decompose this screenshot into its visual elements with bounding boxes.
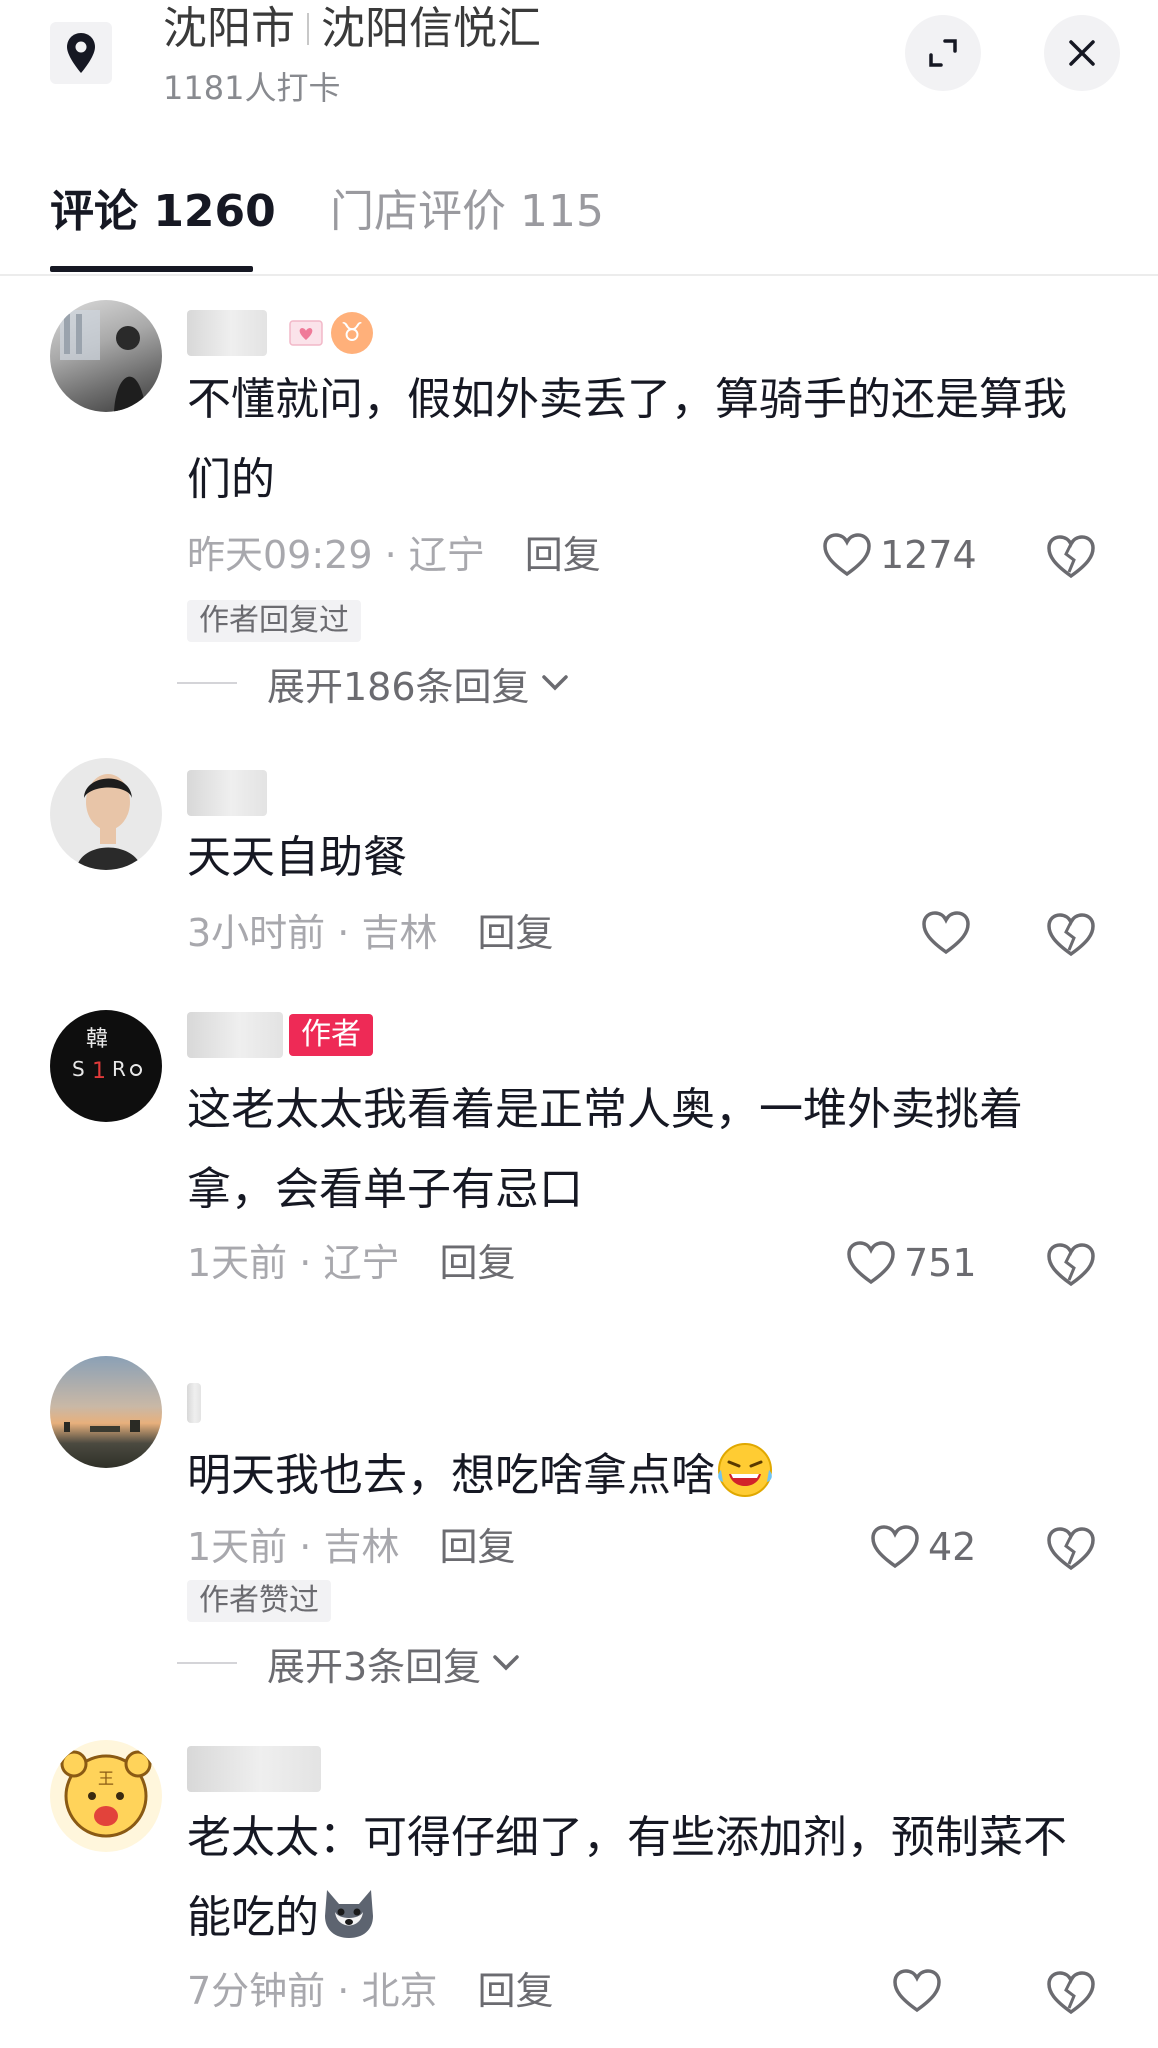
husky-emoji-icon	[325, 1890, 373, 1938]
comment-meta: 昨天09:29 · 辽宁 回复	[187, 533, 601, 577]
svg-text:王: 王	[98, 1769, 114, 1788]
expand-icon	[929, 39, 957, 67]
comment-meta: 7分钟前 · 北京 回复	[187, 1969, 554, 2013]
comment-item: 明天我也去，想吃啥拿点啥 1天前 · 吉林 回复 42 作者赞过 展开3条回复	[0, 1356, 1158, 1696]
like-button[interactable]: 751	[846, 1236, 977, 1290]
comment-item: 韓S1R 作者 这老太太我看着是正常人奥，一堆外卖挑着拿，会看单子有忌口 1天前…	[0, 1010, 1158, 1310]
username-blurred[interactable]	[187, 310, 267, 356]
reply-button[interactable]: 回复	[477, 911, 553, 955]
avatar[interactable]	[50, 1356, 162, 1468]
author-replied-badge: 作者回复过	[187, 600, 361, 642]
active-tab-indicator	[50, 266, 253, 272]
location-pin-icon	[50, 22, 112, 84]
close-button[interactable]	[1044, 15, 1120, 91]
username-row	[187, 1744, 321, 1794]
broken-heart-icon[interactable]	[1045, 1238, 1097, 1290]
broken-heart-icon[interactable]	[1045, 1522, 1097, 1574]
comment-meta: 3小时前 · 吉林 回复	[187, 911, 554, 955]
author-tag: 作者	[289, 1014, 373, 1056]
reply-button[interactable]: 回复	[439, 1525, 515, 1569]
divider-line	[177, 1662, 237, 1664]
close-icon	[1069, 40, 1095, 66]
username-blurred[interactable]	[187, 1746, 321, 1792]
comment-item: ♉ 不懂就问，假如外卖丢了，算骑手的还是算我们的 昨天09:29 · 辽宁 回复 …	[0, 300, 1158, 720]
comment-text-content: 明天我也去，想吃啥拿点啥	[187, 1450, 715, 1501]
like-button[interactable]: 1274	[822, 528, 977, 582]
comment-text: 这老太太我看着是正常人奥，一堆外卖挑着拿，会看单子有忌口	[187, 1084, 1023, 1215]
username-row: 作者	[187, 1010, 373, 1060]
comment-time: 3小时前	[187, 911, 326, 955]
expand-replies-label: 展开186条回复	[267, 664, 530, 709]
like-count: 1274	[880, 533, 977, 577]
page-title: 沈阳市 沈阳信悦汇	[163, 0, 541, 58]
reply-button[interactable]: 回复	[477, 1969, 553, 2013]
broken-heart-icon[interactable]	[1045, 530, 1097, 582]
username-row: ♉	[187, 308, 373, 358]
comment-location: 辽宁	[408, 533, 485, 577]
checkin-count: 1181人打卡	[163, 69, 341, 107]
comment-location: 北京	[361, 1969, 438, 2013]
comment-meta: 1天前 · 吉林 回复	[187, 1525, 516, 1569]
like-button[interactable]	[892, 1964, 950, 2018]
like-button[interactable]: 42	[870, 1520, 976, 1574]
username-blurred[interactable]	[187, 1383, 201, 1423]
svg-text:R: R	[112, 1057, 126, 1081]
avatar[interactable]: 王	[50, 1740, 162, 1852]
username-row	[187, 1378, 201, 1428]
comment-text: 不懂就问，假如外卖丢了，算骑手的还是算我们的	[187, 374, 1067, 505]
heart-icon	[922, 911, 970, 955]
username-blurred[interactable]	[187, 1012, 283, 1058]
comment-time: 昨天09:29	[187, 533, 373, 577]
username-blurred[interactable]	[187, 770, 267, 816]
comment-item: 王 老太太：可得仔细了，有些添加剂，预制菜不能吃的 7分钟前 · 北京 回复	[0, 1740, 1158, 2048]
author-liked-badge: 作者赞过	[187, 1580, 331, 1622]
comment-location: 辽宁	[323, 1241, 400, 1285]
heart-icon	[893, 1969, 941, 2013]
svg-text:1: 1	[92, 1059, 106, 1084]
comment-text: 明天我也去，想吃啥拿点啥	[187, 1436, 1087, 1516]
reply-button[interactable]: 回复	[439, 1241, 515, 1285]
tab-bar: 评论 1260 门店评价 115	[0, 172, 1158, 276]
comment-text: 老太太：可得仔细了，有些添加剂，预制菜不能吃的	[187, 1798, 1087, 1958]
zodiac-taurus-icon: ♉	[331, 312, 373, 354]
chevron-down-icon	[541, 675, 568, 691]
reply-button[interactable]: 回复	[525, 533, 601, 577]
comment-location: 吉林	[361, 911, 438, 955]
like-count: 42	[928, 1525, 977, 1569]
comment-time: 1天前	[187, 1525, 288, 1569]
heart-icon	[847, 1241, 895, 1285]
comment-time: 7分钟前	[187, 1969, 326, 2013]
username-row	[187, 768, 267, 818]
divider-line	[177, 682, 237, 684]
like-count: 751	[904, 1241, 977, 1285]
like-button[interactable]	[921, 906, 979, 960]
chevron-down-icon	[493, 1655, 519, 1671]
comment-time: 1天前	[187, 1241, 288, 1285]
comment-item: 天天自助餐 3小时前 · 吉林 回复	[0, 758, 1158, 978]
tab-comments[interactable]: 评论 1260	[50, 182, 276, 242]
comment-meta: 1天前 · 辽宁 回复	[187, 1241, 516, 1285]
broken-heart-icon[interactable]	[1045, 1966, 1097, 2018]
heart-icon	[823, 533, 871, 577]
expand-replies-button[interactable]: 展开186条回复	[177, 658, 570, 709]
comment-location: 吉林	[323, 1525, 400, 1569]
avatar[interactable]	[50, 758, 162, 870]
avatar[interactable]: 韓S1R	[50, 1010, 162, 1122]
expand-replies-label: 展开3条回复	[267, 1644, 482, 1689]
tab-store-reviews[interactable]: 门店评价 115	[330, 182, 604, 242]
header: 沈阳市 沈阳信悦汇 1181人打卡	[0, 0, 1158, 120]
laughing-crying-emoji-icon	[718, 1443, 772, 1497]
envelope-heart-icon	[289, 320, 323, 346]
heart-icon	[871, 1525, 919, 1569]
expand-replies-button[interactable]: 展开3条回复	[177, 1638, 521, 1689]
city-name: 沈阳市	[163, 3, 295, 54]
svg-text:S: S	[72, 1057, 85, 1081]
place-name: 沈阳信悦汇	[321, 3, 541, 54]
expand-button[interactable]	[905, 15, 981, 91]
svg-text:韓: 韓	[86, 1027, 108, 1052]
broken-heart-icon[interactable]	[1045, 908, 1097, 960]
avatar[interactable]	[50, 300, 162, 412]
title-separator	[307, 13, 309, 45]
comment-text: 天天自助餐	[187, 832, 407, 883]
